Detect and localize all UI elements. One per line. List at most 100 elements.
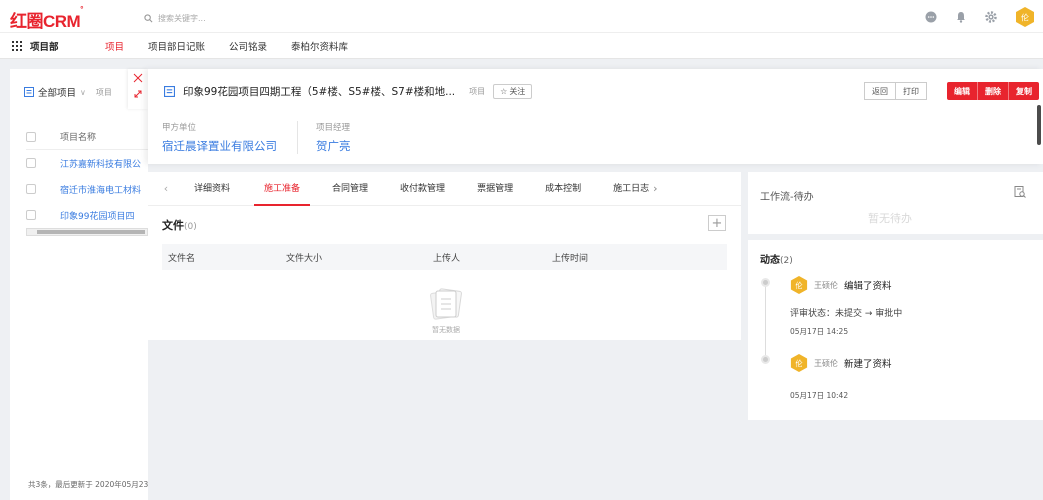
panel-tool-strip (128, 69, 148, 109)
global-search[interactable]: 搜索关键字... (144, 11, 206, 25)
file-table-header: 文件名 文件大小 上传人 上传时间 (162, 244, 727, 270)
delete-button[interactable]: 删除 (977, 82, 1008, 100)
chat-icon[interactable] (925, 11, 937, 23)
files-section-title: 文件(0) (162, 219, 197, 232)
tab-invoices[interactable]: 票据管理 (467, 172, 523, 206)
tab-content-card: ‹ 详细资料 施工准备 合同管理 收付款管理 票据管理 成本控制 施工日志 › … (148, 172, 741, 340)
column-header-filesize: 文件大小 (286, 253, 323, 264)
project-link[interactable]: 江苏嘉新科技有限公 (60, 157, 141, 170)
avatar: 伦 (790, 276, 808, 294)
feed-time: 05月17日 10:42 (790, 391, 849, 400)
empty-state: 暂无数据 (426, 288, 466, 335)
project-detail-header: 印象99花园项目四期工程（5#楼、S5#楼、S7#楼和地... 项目 ☆ 关注 返… (148, 69, 1043, 164)
project-table: 项目名称 江苏嘉新科技有限公 宿迁市淮海电工材料 印象99花园项目四 (26, 124, 148, 228)
manager-value[interactable]: 贺广亮 (316, 138, 351, 154)
star-icon: ☆ (500, 87, 508, 96)
table-row[interactable]: 宿迁市淮海电工材料 (26, 176, 148, 202)
workflow-card: 工作流-待办 暂无待办 (748, 172, 1043, 234)
top-bar: 红圈CRM° 搜索关键字... 伦 (0, 0, 1043, 33)
bell-icon[interactable] (955, 11, 967, 23)
activity-feed: 动态(2) 伦 王硕伦 编辑了资料 评审状态：未提交 → 审批中 05月17日 … (748, 240, 1043, 420)
avatar: 伦 (790, 354, 808, 372)
apps-grid-icon[interactable] (12, 41, 22, 51)
back-button[interactable]: 返回 (864, 82, 896, 100)
project-link[interactable]: 印象99花园项目四 (60, 209, 134, 222)
feed-item-header: 伦 王硕伦 新建了资料 (790, 353, 892, 373)
client-value[interactable]: 宿迁晨译置业有限公司 (162, 138, 277, 154)
object-type-tag: 项目 (469, 87, 486, 96)
workflow-empty-text: 暂无待办 (868, 212, 912, 225)
print-button[interactable]: 打印 (896, 82, 927, 100)
feed-action: 新建了资料 (844, 359, 892, 370)
manager-field: 项目经理 贺广亮 (297, 121, 371, 154)
feed-item-header: 伦 王硕伦 编辑了资料 (790, 275, 892, 295)
user-avatar[interactable]: 伦 (1015, 6, 1035, 28)
column-header-uploader: 上传人 (433, 253, 461, 264)
row-checkbox[interactable] (26, 158, 36, 168)
list-footer: 共3条，最后更新于 2020年05月23日 (28, 480, 148, 489)
nav-item-company-directory[interactable]: 公司铭录 (229, 39, 267, 53)
empty-text: 暂无数据 (432, 326, 460, 334)
tab-cost-control[interactable]: 成本控制 (535, 172, 591, 206)
nav-item-journal[interactable]: 项目部日记账 (148, 39, 205, 53)
workflow-title: 工作流-待办 (760, 192, 814, 203)
empty-document-icon (430, 288, 462, 320)
chevron-left-icon[interactable]: ‹ (148, 182, 184, 195)
main-nav: 项目部 项目 项目部日记账 公司铭录 泰柏尔资料库 (0, 33, 1043, 59)
search-input[interactable]: 搜索关键字... (158, 13, 206, 24)
filter-label: 全部项目 (38, 88, 77, 99)
column-header-filename: 文件名 (168, 253, 196, 264)
field-label: 项目经理 (316, 123, 351, 133)
tab-payments[interactable]: 收付款管理 (390, 172, 455, 206)
column-header-name: 项目名称 (60, 133, 97, 143)
search-icon (144, 13, 153, 22)
timeline-dot (761, 355, 770, 364)
search-document-icon[interactable] (1014, 186, 1026, 198)
timeline-line (765, 282, 766, 360)
table-header: 项目名称 (26, 124, 148, 150)
page-title: 印象99花园项目四期工程（5#楼、S5#楼、S7#楼和地... (183, 86, 456, 98)
feed-time: 05月17日 14:25 (790, 327, 849, 336)
project-list-panel: 全部项目 ∨ 项目 项目名称 江苏嘉新科技有限公 宿迁市淮海电工材料 印象99花… (10, 69, 148, 500)
nav-item-projects[interactable]: 项目 (105, 39, 124, 53)
filter-sub-label: 项目 (95, 87, 112, 97)
edit-button[interactable]: 编辑 (947, 82, 977, 100)
chevron-down-icon[interactable]: ∨ (80, 88, 86, 97)
tab-construction-prep[interactable]: 施工准备 (254, 172, 311, 206)
feed-action: 编辑了资料 (844, 281, 892, 292)
nav-item-library[interactable]: 泰柏尔资料库 (291, 39, 348, 53)
table-row[interactable]: 印象99花园项目四 (26, 202, 148, 228)
copy-button[interactable]: 复制 (1008, 82, 1039, 100)
feed-title: 动态(2) (760, 255, 793, 266)
tab-details[interactable]: 详细资料 (184, 172, 240, 206)
close-icon[interactable] (133, 73, 143, 83)
row-checkbox[interactable] (26, 184, 36, 194)
timeline-dot (761, 278, 770, 287)
tab-contracts[interactable]: 合同管理 (322, 172, 378, 206)
add-file-button[interactable]: + (708, 215, 726, 231)
svg-text:伦: 伦 (795, 359, 802, 368)
list-view-icon (24, 87, 34, 97)
follow-button[interactable]: ☆ 关注 (493, 84, 533, 99)
chevron-right-icon[interactable]: › (653, 182, 657, 195)
expand-icon[interactable] (133, 89, 143, 99)
row-checkbox[interactable] (26, 210, 36, 220)
feed-user[interactable]: 王硕伦 (814, 280, 838, 291)
svg-text:伦: 伦 (1021, 13, 1029, 23)
project-link[interactable]: 宿迁市淮海电工材料 (60, 183, 141, 196)
horizontal-scrollbar[interactable] (26, 228, 148, 236)
project-icon (164, 86, 175, 97)
feed-detail: 评审状态：未提交 → 审批中 (790, 309, 903, 319)
vertical-scrollbar[interactable] (1037, 105, 1041, 145)
select-all-checkbox[interactable] (26, 131, 36, 142)
feed-user[interactable]: 王硕伦 (814, 358, 838, 369)
app-logo[interactable]: 红圈CRM° (10, 5, 83, 32)
nav-section-title: 项目部 (30, 42, 59, 53)
gear-icon[interactable] (985, 11, 997, 23)
list-filter[interactable]: 全部项目 ∨ 项目 (24, 85, 112, 99)
tab-construction-log[interactable]: 施工日志 (603, 172, 653, 206)
client-field: 甲方单位 宿迁晨译置业有限公司 (162, 121, 297, 154)
table-row[interactable]: 江苏嘉新科技有限公 (26, 150, 148, 176)
field-label: 甲方单位 (162, 123, 197, 133)
tab-bar: ‹ 详细资料 施工准备 合同管理 收付款管理 票据管理 成本控制 施工日志 › (148, 172, 741, 206)
